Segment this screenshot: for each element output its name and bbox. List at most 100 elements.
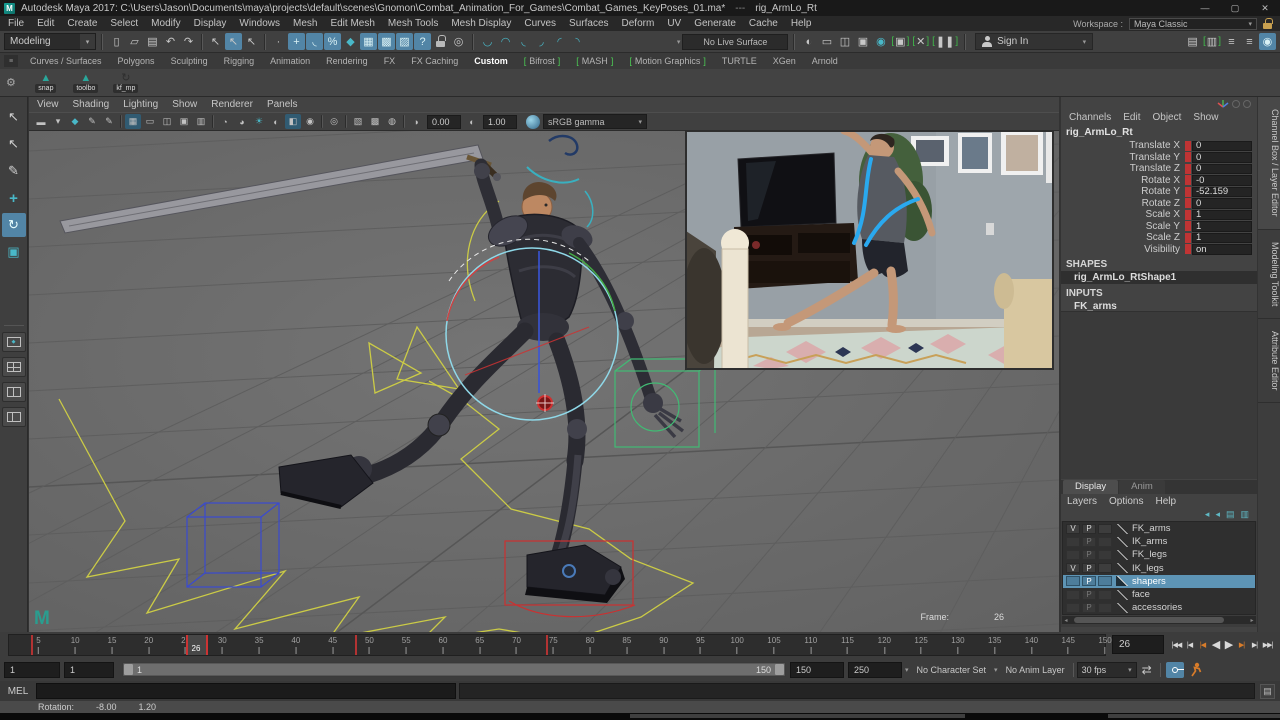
make-curve-live-icon[interactable]: ◟ [515, 33, 532, 50]
menu-item[interactable]: Surfaces [569, 18, 608, 29]
menu-item[interactable]: Cache [749, 18, 778, 29]
Visibility[interactable]: Visibility on [1061, 244, 1257, 256]
lock-selection-icon[interactable] [432, 33, 449, 50]
layer-move-down-icon[interactable]: ◂ [1215, 509, 1220, 520]
FK_legs[interactable]: P FK_legs [1063, 548, 1255, 561]
playback-end-field[interactable]: 150 [790, 662, 844, 678]
menu-item[interactable]: Mesh Display [451, 18, 511, 29]
channel-value-field[interactable]: 0 [1192, 164, 1252, 175]
layout-outliner-button[interactable] [2, 407, 26, 427]
layer-color-swatch[interactable] [1116, 537, 1129, 547]
menu-item[interactable]: Mesh [293, 18, 317, 29]
layer-name[interactable]: FK_legs [1131, 549, 1167, 560]
open-scene-icon[interactable]: ▱ [126, 33, 143, 50]
layer-color-swatch[interactable] [1116, 576, 1129, 586]
channel-value-field[interactable]: 1 [1192, 210, 1252, 221]
save-scene-icon[interactable]: ▤ [144, 33, 161, 50]
layer-mode-toggle[interactable] [1098, 537, 1112, 547]
layout-single-pane-button[interactable]: ◆ [2, 332, 26, 352]
channel-value-field[interactable]: 1 [1192, 221, 1252, 232]
shelf-item-kf-mp[interactable]: ↻ kf_mp [108, 73, 144, 93]
channel-box-toggle-icon[interactable]: ≡ [1223, 33, 1240, 50]
shapers[interactable]: P shapers [1063, 575, 1255, 588]
Rotate Z[interactable]: Rotate Z 0 [1061, 198, 1257, 210]
command-input[interactable] [36, 683, 456, 699]
menu-item[interactable]: Windows [239, 18, 280, 29]
channel-name[interactable]: Rotate X [1061, 175, 1185, 186]
snap-align-icon[interactable]: ▨ [396, 33, 413, 50]
safe-title-icon[interactable]: ◕ [234, 114, 250, 129]
anim-layer-select[interactable]: No Anim Layer [1001, 662, 1070, 678]
FK_arms[interactable]: V P FK_arms [1063, 522, 1255, 535]
live-surface-field[interactable]: No Live Surface [682, 34, 788, 50]
shelf-tab[interactable]: Arnold [804, 54, 846, 68]
screen-space-ao-icon[interactable]: ◧ [285, 114, 301, 129]
attribute-editor-toggle-icon[interactable]: ≡ [1241, 33, 1258, 50]
channel-value-field[interactable]: -52.159 [1192, 187, 1252, 198]
bookmarks-icon[interactable]: ▾ [50, 114, 66, 129]
motion-blur-icon[interactable]: ◉ [302, 114, 318, 129]
channel-box-menu-item[interactable]: Edit [1123, 112, 1140, 123]
layer-color-swatch[interactable] [1116, 590, 1129, 600]
select-hierarchy-icon[interactable]: ↖ [225, 33, 242, 50]
lasso-tool-icon[interactable]: ↖ [2, 132, 26, 156]
channel-name[interactable]: Translate Y [1061, 152, 1185, 163]
chevron-down-icon[interactable] [994, 666, 998, 674]
chevron-down-icon[interactable] [677, 38, 681, 46]
channel-name[interactable]: Visibility [1061, 244, 1185, 255]
step-back-key-button[interactable]: |◀ [1196, 636, 1209, 654]
menu-item[interactable]: Edit [37, 18, 54, 29]
gamma-icon[interactable]: ◐ [464, 114, 480, 129]
close-button[interactable]: ✕ [1250, 0, 1280, 16]
shelf-tab[interactable]: Sculpting [163, 54, 216, 68]
snap-help-icon[interactable]: ? [414, 33, 431, 50]
shelf-tab[interactable]: Rendering [318, 54, 376, 68]
layer-mode-toggle[interactable] [1098, 563, 1112, 573]
layer-name[interactable]: IK_arms [1131, 536, 1167, 547]
accessories[interactable]: P accessories [1063, 601, 1255, 614]
animation-preferences-icon[interactable] [1189, 662, 1202, 677]
input-to-curve-icon[interactable]: ◡ [479, 33, 496, 50]
make-live-icon[interactable]: ▦ [360, 33, 377, 50]
snap-flag-icon[interactable]: · [270, 33, 287, 50]
Scale Z[interactable]: Scale Z 1 [1061, 232, 1257, 244]
channel-value-field[interactable]: 0 [1192, 141, 1252, 152]
menu-set-select[interactable]: Modeling [4, 33, 96, 50]
channel-value-field[interactable]: 0 [1192, 198, 1252, 209]
layer-name[interactable]: face [1131, 589, 1150, 600]
sidebar-tab[interactable]: Channel Box / Layer Editor [1258, 97, 1280, 230]
render-settings-icon[interactable]: ▣ [854, 33, 871, 50]
move-tool-icon[interactable]: + [2, 186, 26, 210]
channel-name[interactable]: Scale Y [1061, 221, 1185, 232]
go-to-end-button[interactable]: ▶▶| [1261, 636, 1274, 654]
gate-mask-icon[interactable]: ▣ [176, 114, 192, 129]
textured-display-icon[interactable]: ◍ [384, 114, 400, 129]
step-back-frame-button[interactable]: |◀ [1183, 636, 1196, 654]
time-slider[interactable]: 5101520253035404550556065707580859095100… [8, 634, 1106, 656]
render-current-frame-icon[interactable]: ◐ [800, 33, 817, 50]
channel-name[interactable]: Scale X [1061, 209, 1185, 220]
range-start-handle[interactable] [124, 664, 133, 675]
shelf-tab[interactable]: XGen [765, 54, 804, 68]
range-end-handle[interactable] [775, 664, 784, 675]
panel-menu-item[interactable]: Renderer [211, 99, 253, 110]
channel-box-menu-item[interactable]: Show [1193, 112, 1218, 123]
menu-item[interactable]: Help [791, 18, 812, 29]
layer-color-swatch[interactable] [1116, 550, 1129, 560]
range-slider[interactable]: 1 150 [122, 662, 786, 677]
play-forwards-button[interactable]: ▶ [1222, 636, 1235, 654]
viewport-renderer-icon[interactable]: ◉ [872, 33, 889, 50]
go-to-start-button[interactable]: |◀◀ [1170, 636, 1183, 654]
curve-magnet-icon[interactable]: ◞ [533, 33, 550, 50]
channel-value-field[interactable]: on [1192, 244, 1252, 255]
auto-keyframe-toggle[interactable] [1166, 662, 1184, 678]
menu-item[interactable]: Deform [622, 18, 655, 29]
layer-name[interactable]: shapers [1131, 576, 1166, 587]
layer-editor-menu-item[interactable]: Options [1109, 496, 1143, 507]
menu-item[interactable]: UV [667, 18, 681, 29]
layer-visibility-toggle[interactable] [1066, 576, 1080, 586]
menu-item[interactable]: Mesh Tools [388, 18, 438, 29]
viewport-canvas[interactable]: Frame: 26 M [29, 131, 1059, 632]
layer-mode-toggle[interactable] [1098, 576, 1112, 586]
panel-menu-item[interactable]: View [37, 99, 59, 110]
